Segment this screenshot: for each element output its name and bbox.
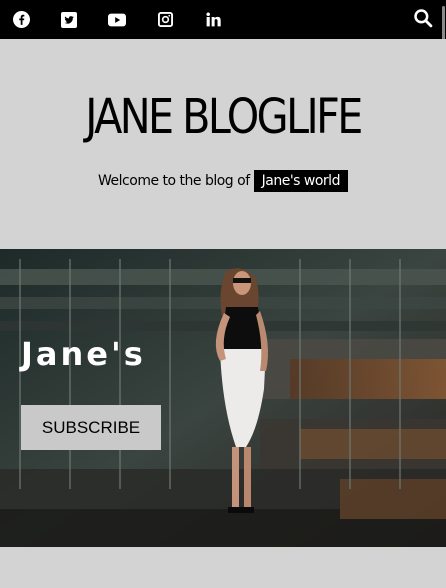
youtube-icon[interactable] — [108, 11, 126, 29]
tagline: Welcome to the blog of Jane's world — [0, 170, 446, 192]
top-bar — [0, 0, 446, 39]
facebook-icon[interactable] — [12, 11, 30, 29]
hero-title: Jane's — [21, 335, 146, 373]
twitter-icon[interactable] — [60, 11, 78, 29]
instagram-icon[interactable] — [156, 11, 174, 29]
tagline-text: Welcome to the blog of — [98, 173, 250, 189]
hero-photo — [0, 249, 446, 547]
linkedin-icon[interactable] — [204, 11, 222, 29]
search-icon[interactable] — [413, 8, 433, 28]
social-links — [12, 11, 252, 29]
hero-banner: Jane's SUBSCRIBE — [0, 249, 446, 547]
masthead: JANE BLOGLIFE Welcome to the blog of Jan… — [0, 39, 446, 249]
site-title: JANE BLOGLIFE — [85, 89, 363, 145]
subscribe-button[interactable]: SUBSCRIBE — [21, 405, 161, 450]
content-area — [0, 547, 446, 588]
tagline-highlight: Jane's world — [253, 170, 348, 192]
